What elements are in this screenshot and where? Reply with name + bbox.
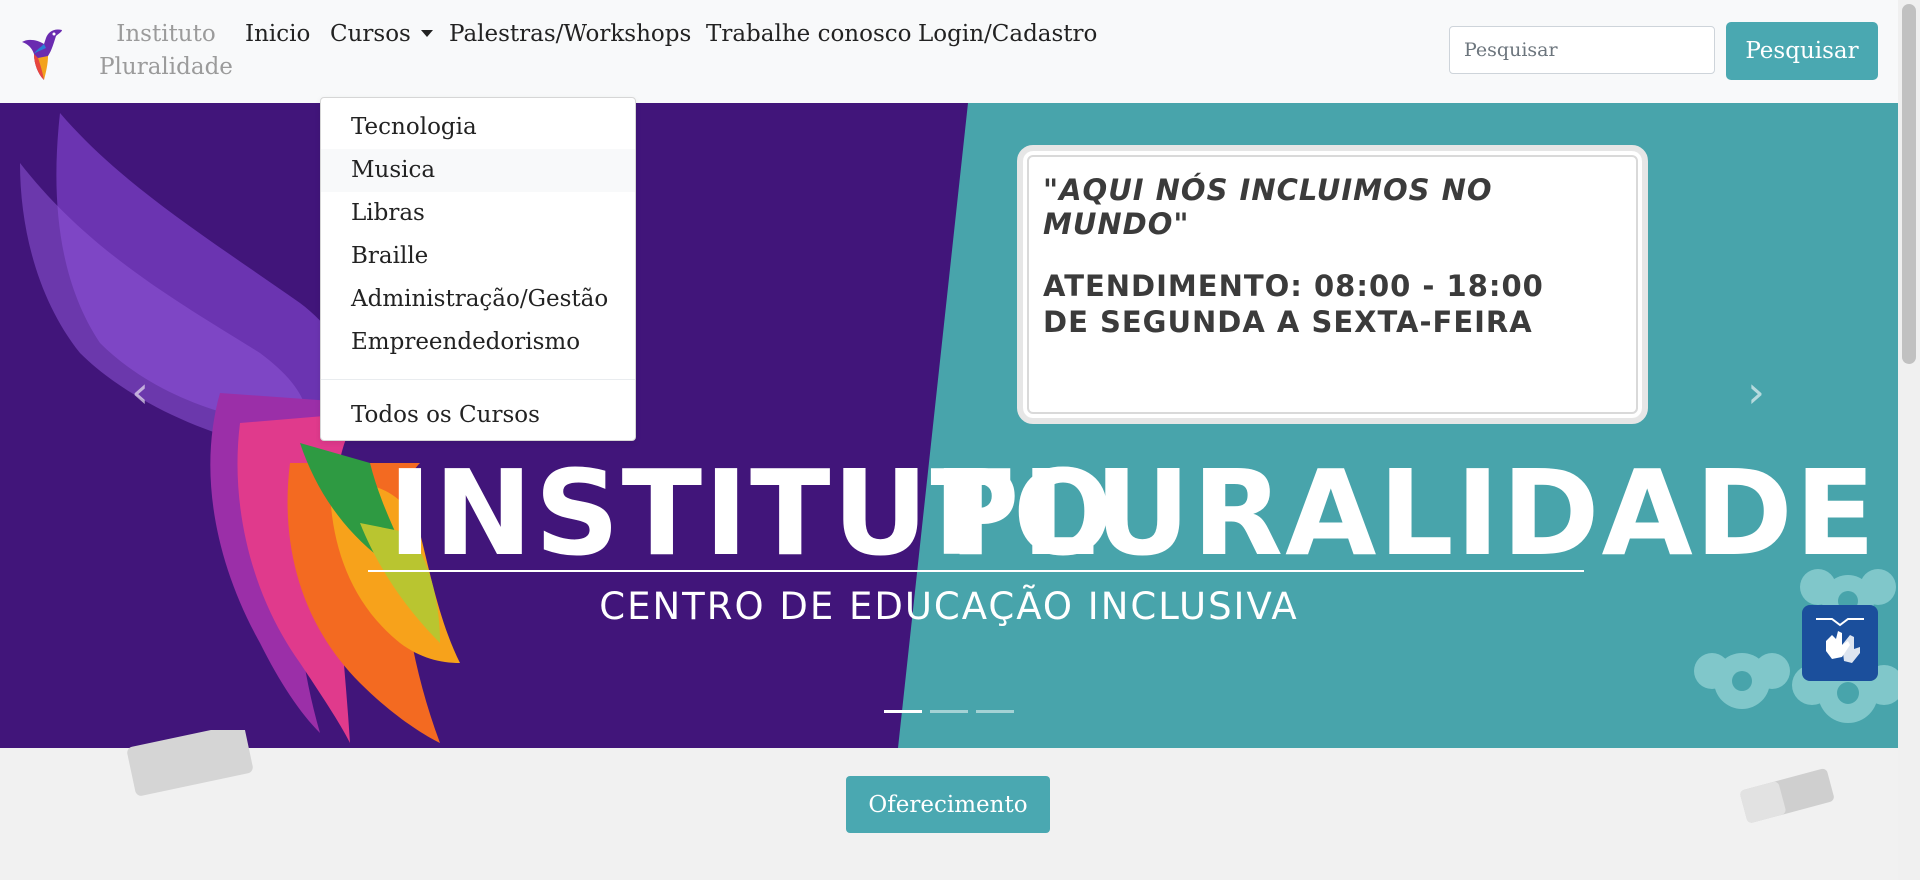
carousel-indicator-1[interactable] xyxy=(884,710,922,713)
notice-card: "AQUI NÓS INCLUIMOS NO MUNDO" ATENDIMENT… xyxy=(1017,145,1648,424)
notice-hours: ATENDIMENTO: 08:00 - 18:00 xyxy=(1043,269,1544,303)
dropdown-item-todos-os-cursos[interactable]: Todos os Cursos xyxy=(321,394,635,437)
hero-title-right: PLURALIDADE xyxy=(933,444,1878,582)
nav-link-cursos-label: Cursos xyxy=(330,21,411,47)
brand-name[interactable]: Instituto Pluralidade xyxy=(96,18,236,84)
oferecimento-button[interactable]: Oferecimento xyxy=(846,776,1050,833)
brand-name-line2: Pluralidade xyxy=(99,54,233,80)
dropdown-item-administracao[interactable]: Administração/Gestão xyxy=(321,278,635,321)
nav-link-cursos-toggle[interactable]: Cursos xyxy=(330,18,433,51)
notice-days: DE SEGUNDA A SEXTA-FEIRA xyxy=(1043,305,1533,339)
tablet-decoration xyxy=(127,730,253,796)
chevron-down-icon xyxy=(420,30,433,37)
carousel-next-button[interactable]: › xyxy=(1726,353,1786,433)
page-scrollbar[interactable] xyxy=(1898,0,1920,880)
chevron-left-icon: ‹ xyxy=(131,367,149,418)
nav-link-inicio[interactable]: Inicio xyxy=(245,18,310,51)
hummingbird-logo-icon[interactable] xyxy=(18,22,66,82)
dropdown-item-libras[interactable]: Libras xyxy=(321,192,635,235)
sign-language-hands-icon xyxy=(1816,618,1864,663)
chevron-right-icon: › xyxy=(1747,367,1765,418)
scrollbar-thumb[interactable] xyxy=(1902,4,1916,364)
navbar: Instituto Pluralidade Inicio Cursos Pale… xyxy=(0,0,1898,103)
nav-link-palestras[interactable]: Palestras/Workshops xyxy=(449,18,691,51)
dropdown-item-braille[interactable]: Braille xyxy=(321,235,635,278)
dropdown-divider xyxy=(321,379,635,380)
brand-name-line1: Instituto xyxy=(116,21,216,47)
libras-accessibility-button[interactable] xyxy=(1802,605,1878,681)
dropdown-item-tecnologia[interactable]: Tecnologia xyxy=(321,106,635,149)
search-button[interactable]: Pesquisar xyxy=(1726,22,1878,80)
hero-subtitle: CENTRO DE EDUCAÇÃO INCLUSIVA xyxy=(599,585,1299,628)
eraser-decoration xyxy=(1740,768,1834,823)
dropdown-item-musica[interactable]: Musica xyxy=(321,149,635,192)
search-input[interactable] xyxy=(1449,26,1715,74)
dropdown-item-empreendedorismo[interactable]: Empreendedorismo xyxy=(321,321,635,364)
hero-divider xyxy=(368,570,1584,572)
carousel-indicator-2[interactable] xyxy=(930,710,968,713)
carousel-prev-button[interactable]: ‹ xyxy=(110,353,170,433)
carousel-indicator-3[interactable] xyxy=(976,710,1014,713)
nav-link-trabalhe-conosco[interactable]: Trabalhe conosco xyxy=(706,18,912,51)
carousel-indicators xyxy=(884,710,1014,713)
cursos-dropdown-menu: Tecnologia Musica Libras Braille Adminis… xyxy=(320,97,636,441)
nav-link-login[interactable]: Login/Cadastro xyxy=(918,18,1097,51)
notice-quote: "AQUI NÓS INCLUIMOS NO MUNDO" xyxy=(1043,173,1493,241)
hero-carousel: "AQUI NÓS INCLUIMOS NO MUNDO" ATENDIMENT… xyxy=(0,103,1898,748)
